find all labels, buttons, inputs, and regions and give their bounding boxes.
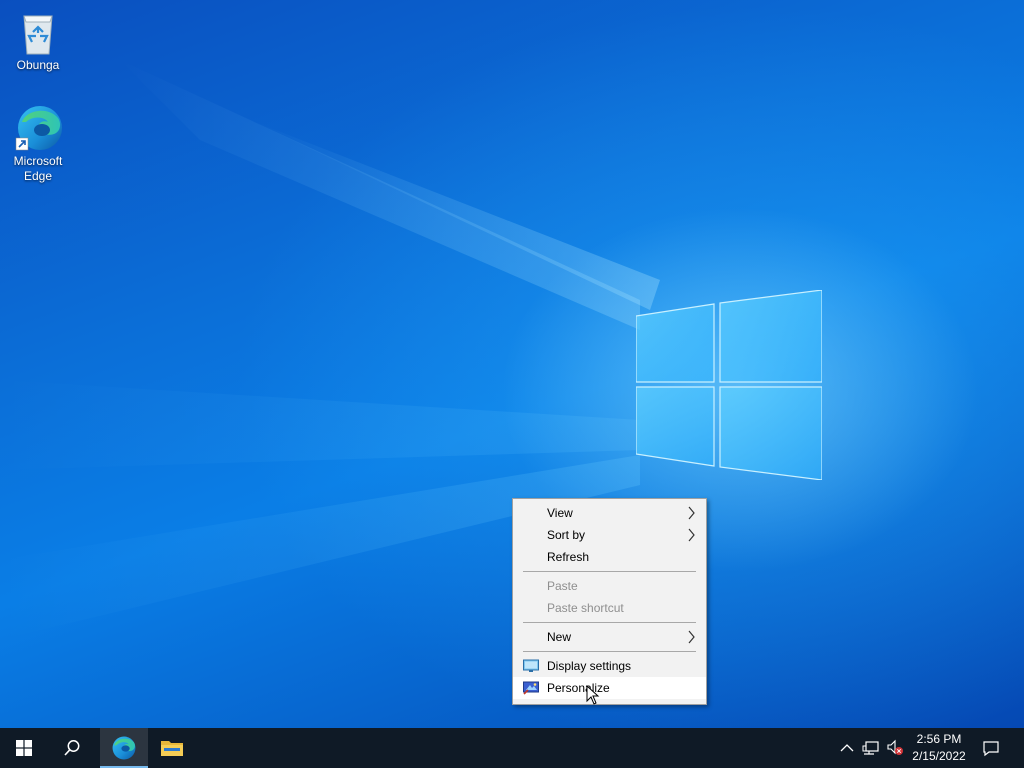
menu-separator [513,648,706,655]
network-icon[interactable] [862,739,880,757]
desktop-icon-label: Microsoft Edge [13,154,63,183]
menu-item-label: Sort by [547,528,586,542]
menu-item-label: Paste shortcut [547,601,624,615]
notification-icon[interactable] [982,739,1000,757]
menu-item-label: Paste [547,579,578,593]
start-button[interactable] [0,728,48,768]
personalize-icon [523,681,539,695]
taskbar: 2:56 PM 2/15/2022 [0,728,1024,768]
clock-time: 2:56 PM [916,732,962,746]
menu-item-view[interactable]: View [513,502,706,524]
recycle-bin-icon [14,8,62,56]
menu-item-label: Display settings [547,659,632,673]
desktop-icon-edge[interactable]: Microsoft Edge [0,104,76,184]
search-icon [64,740,80,756]
chevron-right-icon [688,528,695,542]
chevron-up-icon[interactable] [838,739,856,757]
windows-start-icon [16,740,32,756]
menu-item-refresh[interactable]: Refresh [513,546,706,568]
menu-item-sort-by[interactable]: Sort by [513,524,706,546]
desktop-icon-recycle-bin[interactable]: Obunga [0,8,76,73]
menu-separator [513,619,706,626]
menu-item-paste-shortcut: Paste shortcut [513,597,706,619]
wallpaper-windows-logo [636,290,822,480]
menu-item-display-settings[interactable]: Display settings [513,655,706,677]
volume-muted-icon[interactable] [886,739,904,757]
search-button[interactable] [48,728,96,768]
system-clock[interactable]: 2:56 PM 2/15/2022 [906,731,972,765]
edge-icon [112,736,136,760]
menu-item-label: New [547,630,572,644]
chevron-right-icon [688,506,695,520]
desktop-context-menu: View Sort by Refresh Paste Paste shortcu… [512,498,707,705]
chevron-right-icon [688,630,695,644]
display-settings-icon [523,659,539,672]
edge-icon [14,104,62,152]
menu-item-new[interactable]: New [513,626,706,648]
desktop-background[interactable]: Obunga Microsoft Edge View Sort by Refre… [0,0,1024,728]
mouse-cursor-icon [586,685,600,705]
folder-icon [161,741,183,756]
taskbar-file-explorer-button[interactable] [148,728,196,768]
menu-item-paste: Paste [513,575,706,597]
menu-item-personalize[interactable]: Personalize [513,677,706,699]
desktop-icon-label: Obunga [16,58,60,72]
menu-item-label: View [547,506,573,520]
taskbar-edge-button[interactable] [100,728,148,768]
menu-item-label: Personalize [547,681,610,695]
clock-date: 2/15/2022 [912,749,966,763]
menu-item-label: Refresh [547,550,590,564]
menu-separator [513,568,706,575]
